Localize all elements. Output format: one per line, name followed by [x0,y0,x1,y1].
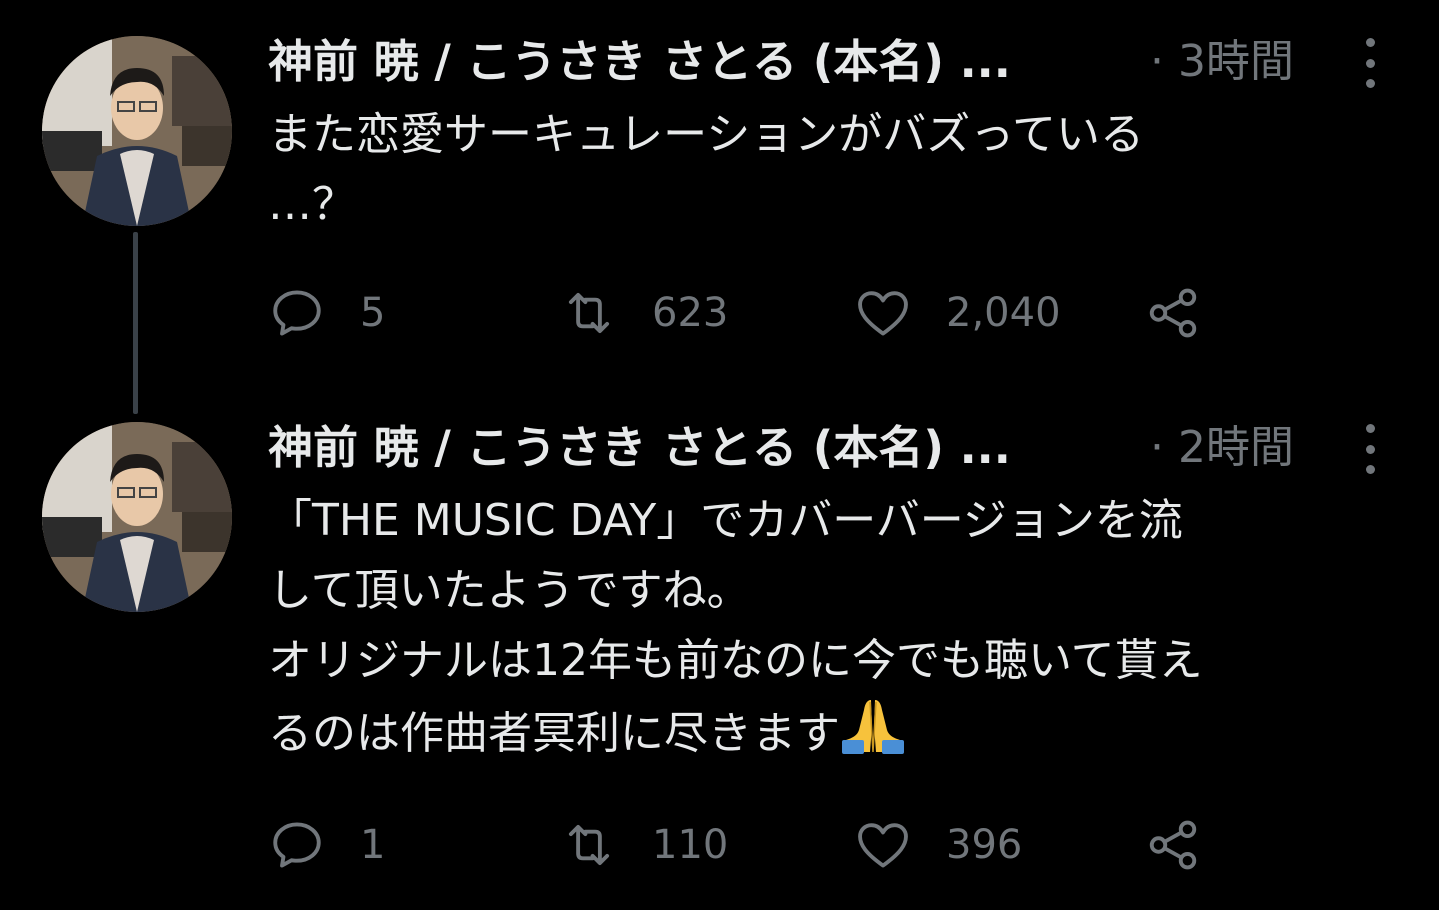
retweet-button[interactable]: 623 [560,278,728,348]
tweet-timestamp[interactable]: · 3時間 [1150,34,1294,90]
avatar[interactable] [42,36,232,226]
more-icon[interactable] [1352,38,1388,88]
like-count: 2,040 [946,290,1061,336]
reply-count: 5 [360,290,386,336]
reply-icon [273,822,321,868]
tweet[interactable]: 神前 暁 / こうさき さとる (本名) ... · 3時間 また恋愛サーキュレ… [0,0,1439,400]
avatar[interactable] [42,422,232,612]
like-icon [858,823,908,868]
retweet-count: 623 [652,290,729,336]
reply-icon [273,290,321,336]
reply-count: 1 [360,822,386,868]
like-button[interactable]: 396 [854,810,1022,880]
reply-button[interactable]: 1 [268,810,385,880]
tweet-text: 「THE MUSIC DAY」でカバーバージョンを流 して頂いたようですね。 オ… [268,486,1398,769]
like-button[interactable]: 2,040 [854,278,1061,348]
folded-hands-emoji-icon [842,700,904,754]
avatar-photo [42,422,232,612]
retweet-button[interactable]: 110 [560,810,728,880]
tweet-actions: 5 623 2,040 [268,278,1268,348]
share-button[interactable] [1144,810,1202,880]
retweet-icon [568,292,610,334]
tweet[interactable]: 神前 暁 / こうさき さとる (本名) ... · 2時間 「THE MUSI… [0,400,1439,910]
tweet-timestamp[interactable]: · 2時間 [1150,420,1294,476]
share-button[interactable] [1144,278,1202,348]
tweet-text: また恋愛サーキュレーションがバズっている …？ [268,109,1145,230]
tweet-actions: 1 110 396 [268,810,1268,880]
like-icon [858,291,908,336]
reply-button[interactable]: 5 [268,278,385,348]
author-name[interactable]: 神前 暁 / こうさき さとる (本名) ... [268,34,1088,90]
more-icon[interactable] [1352,424,1388,474]
like-count: 396 [946,822,1023,868]
retweet-icon [568,824,610,866]
retweet-count: 110 [652,822,729,868]
tweet-text-content: 「THE MUSIC DAY」でカバーバージョンを流 して頂いたようですね。 オ… [268,495,1203,759]
author-name[interactable]: 神前 暁 / こうさき さとる (本名) ... [268,420,1088,476]
share-icon [1149,820,1197,870]
avatar-photo [42,36,232,226]
share-icon [1149,288,1197,338]
